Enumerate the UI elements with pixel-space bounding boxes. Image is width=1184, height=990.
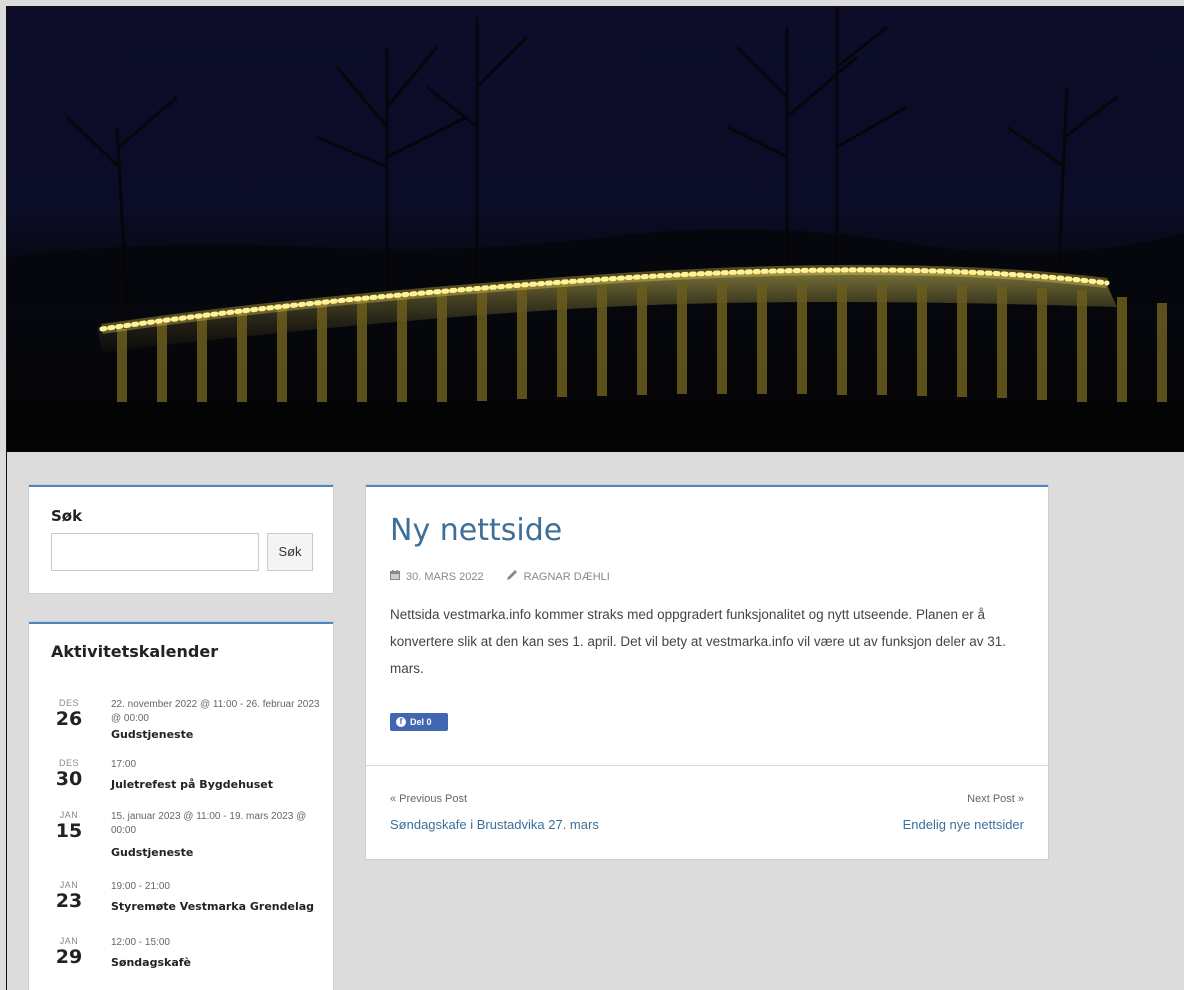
event-title[interactable]: Juletrefest på Bygdehuset <box>111 778 321 791</box>
next-post-label: Next Post » <box>967 793 1024 805</box>
event-month: DES <box>58 758 79 768</box>
event-time: 12:00 - 15:00 <box>111 937 170 948</box>
search-widget-title: Søk <box>51 507 83 525</box>
post-divider <box>366 765 1048 766</box>
search-widget: Søk Søk <box>29 485 333 593</box>
event-title[interactable]: Gudstjeneste <box>111 728 321 741</box>
header-image <box>7 7 1184 452</box>
event-day: 23 <box>55 890 83 912</box>
next-post-link[interactable]: Endelig nye nettsider <box>903 817 1024 832</box>
pencil-icon <box>506 569 518 584</box>
search-button[interactable]: Søk <box>267 533 313 571</box>
facebook-icon: f <box>396 717 406 727</box>
post-body: Nettsida vestmarka.info kommer straks me… <box>390 607 1007 676</box>
hero-night-photo <box>7 7 1184 452</box>
search-input[interactable] <box>51 533 259 571</box>
calendar-widget-title: Aktivitetskalender <box>51 642 219 661</box>
event-time: 17:00 <box>111 759 137 770</box>
event-month: JAN <box>59 880 79 890</box>
post-author[interactable]: RAGNAR DÆHLI <box>524 571 610 583</box>
event-day: 29 <box>55 946 83 968</box>
event-title[interactable]: Søndagskafè <box>111 956 321 969</box>
event-title[interactable]: Gudstjeneste <box>111 846 321 859</box>
event-day: 15 <box>55 820 83 842</box>
page-frame: Søk Søk Aktivitetskalender DES 26 22. no… <box>6 6 1184 990</box>
facebook-share-button[interactable]: f Del 0 <box>390 713 448 731</box>
share-label: Del 0 <box>410 717 432 727</box>
calendar-icon <box>390 570 400 583</box>
previous-post-label: « Previous Post <box>390 793 468 805</box>
previous-post-link[interactable]: Søndagskafe i Brustadvika 27. mars <box>390 817 599 832</box>
post-meta: 30. MARS 2022 RAGNAR DÆHLI <box>390 569 610 584</box>
post-title[interactable]: Ny nettside <box>390 513 562 548</box>
event-day: 30 <box>55 768 83 790</box>
event-time: 19:00 - 21:00 <box>111 881 170 892</box>
event-time: 22. november 2022 @ 11:00 - 26. februar … <box>111 699 320 724</box>
post-card: Ny nettside 30. MARS 2022 RAGNAR DÆHLI N… <box>366 485 1048 859</box>
event-month: JAN <box>59 810 79 820</box>
event-time: 15. januar 2023 @ 11:00 - 19. mars 2023 … <box>111 811 307 836</box>
calendar-widget: Aktivitetskalender DES 26 22. november 2… <box>29 622 333 990</box>
event-month: DES <box>58 698 79 708</box>
post-date[interactable]: 30. MARS 2022 <box>406 571 484 583</box>
event-day: 26 <box>55 708 83 730</box>
event-month: JAN <box>59 936 79 946</box>
event-title[interactable]: Styremøte Vestmarka Grendelag <box>111 900 321 913</box>
